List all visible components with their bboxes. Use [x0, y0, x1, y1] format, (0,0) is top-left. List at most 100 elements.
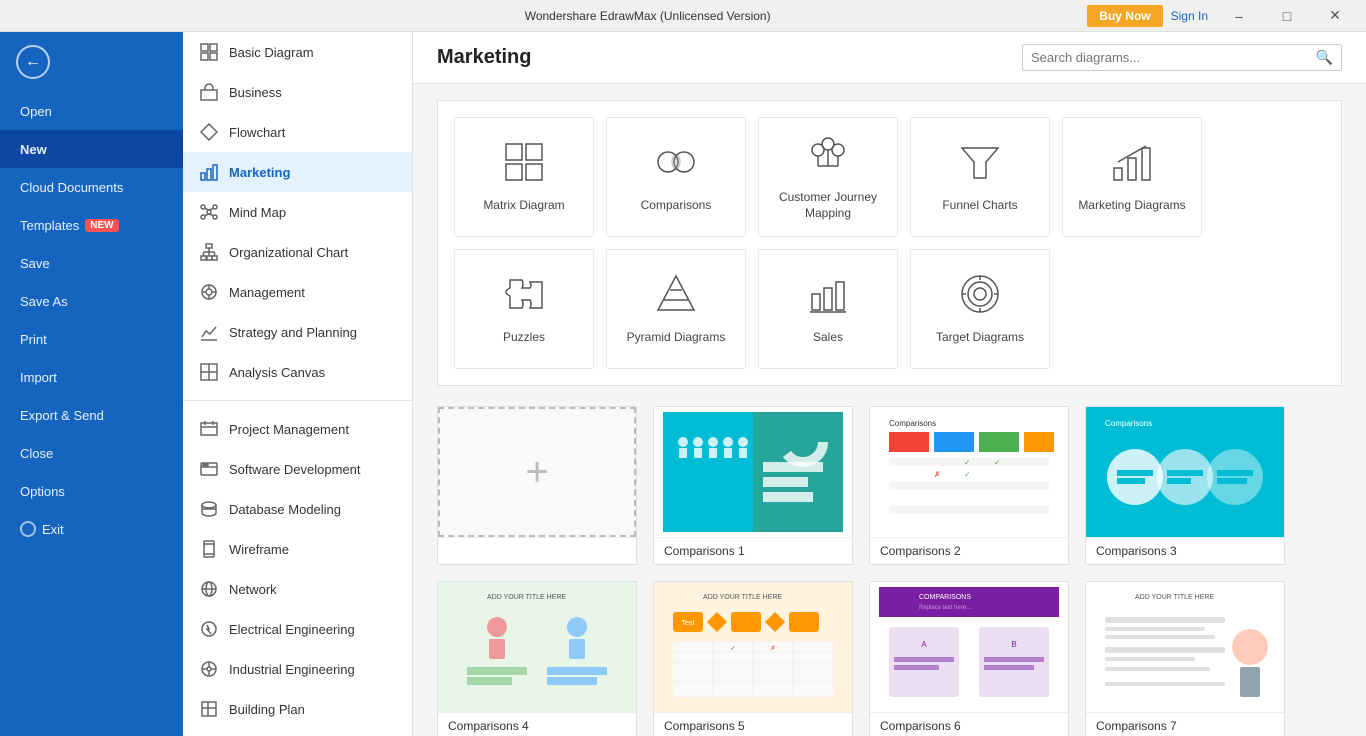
cat-item-electrical[interactable]: Electrical Engineering	[183, 609, 412, 649]
sidebar-item-close[interactable]: Close	[0, 434, 183, 472]
minimize-button[interactable]: –	[1216, 0, 1262, 32]
sidebar-item-save-as[interactable]: Save As	[0, 282, 183, 320]
sales-card-icon	[806, 272, 850, 322]
category-card-matrix[interactable]: Matrix Diagram	[454, 117, 594, 237]
sidebar-item-options[interactable]: Options	[0, 472, 183, 510]
svg-text:✓: ✓	[964, 458, 971, 467]
template-card-comp3[interactable]: Comparisons	[1085, 406, 1285, 565]
sidebar-item-save[interactable]: Save	[0, 244, 183, 282]
project-mgmt-icon	[199, 419, 219, 439]
category-card-sales[interactable]: Sales	[758, 249, 898, 369]
cat-item-mind-map[interactable]: Mind Map	[183, 192, 412, 232]
svg-text:Comparisons: Comparisons	[889, 419, 936, 428]
comp1-thumb	[654, 407, 852, 537]
cat-item-org-chart[interactable]: Organizational Chart	[183, 232, 412, 272]
sidebar-nav: Open New Cloud Documents Templates NEW S…	[0, 92, 183, 548]
sidebar-item-new[interactable]: New	[0, 130, 183, 168]
comparisons-card-icon	[654, 140, 698, 190]
template-card-comp2[interactable]: Comparisons	[869, 406, 1069, 565]
search-icon: 🔍	[1316, 49, 1333, 66]
svg-text:✓: ✓	[964, 470, 971, 479]
template-card-comp7[interactable]: ADD YOUR TITLE HERE	[1085, 581, 1285, 736]
back-button[interactable]: ←	[0, 32, 183, 92]
customer-journey-card-icon	[806, 132, 850, 182]
sidebar-item-import[interactable]: Import	[0, 358, 183, 396]
svg-text:ADD YOUR TITLE HERE: ADD YOUR TITLE HERE	[1135, 594, 1214, 601]
sidebar-item-open[interactable]: Open	[0, 92, 183, 130]
sidebar-item-cloud[interactable]: Cloud Documents	[0, 168, 183, 206]
target-card-icon	[958, 272, 1002, 322]
main-header: Marketing 🔍	[413, 32, 1366, 84]
cat-item-strategy[interactable]: Strategy and Planning	[183, 312, 412, 352]
svg-text:Replace text here...: Replace text here...	[919, 605, 971, 611]
category-card-customer-journey[interactable]: Customer Journey Mapping	[758, 117, 898, 237]
business-icon	[199, 82, 219, 102]
cat-item-wireframe[interactable]: Wireframe	[183, 529, 412, 569]
svg-text:Comparisons: Comparisons	[1105, 419, 1152, 428]
svg-text:Test: Test	[682, 620, 695, 627]
cat-item-analysis[interactable]: Analysis Canvas	[183, 352, 412, 392]
comp7-thumb: ADD YOUR TITLE HERE	[1086, 582, 1284, 712]
target-card-label: Target Diagrams	[936, 330, 1024, 346]
template-card-comp5[interactable]: ADD YOUR TITLE HERE Test	[653, 581, 853, 736]
org-chart-icon	[199, 242, 219, 262]
close-button[interactable]: ✕	[1312, 0, 1358, 32]
category-card-target[interactable]: Target Diagrams	[910, 249, 1050, 369]
search-box[interactable]: 🔍	[1022, 44, 1342, 71]
cat-item-industrial[interactable]: Industrial Engineering	[183, 649, 412, 689]
search-input[interactable]	[1031, 50, 1316, 65]
template-card-comp6[interactable]: COMPARISONS Replace text here... A B	[869, 581, 1069, 736]
comp1-label: Comparisons 1	[654, 537, 852, 564]
cat-item-business[interactable]: Business	[183, 72, 412, 112]
category-card-puzzles[interactable]: Puzzles	[454, 249, 594, 369]
svg-text:✗: ✗	[770, 645, 775, 652]
window-controls: – □ ✕	[1216, 0, 1358, 32]
categories-panel: Basic Diagram Business Flowchart	[183, 32, 413, 736]
template-card-comp1[interactable]: Comparisons 1	[653, 406, 853, 565]
cat-item-flowchart[interactable]: Flowchart	[183, 112, 412, 152]
template-card-new[interactable]: +	[437, 406, 637, 565]
cat-item-basic-diagram[interactable]: Basic Diagram	[183, 32, 412, 72]
cat-item-building[interactable]: Building Plan	[183, 689, 412, 729]
management-icon	[199, 282, 219, 302]
category-card-pyramid[interactable]: Pyramid Diagrams	[606, 249, 746, 369]
cat-item-software-dev[interactable]: Software Development	[183, 449, 412, 489]
comp6-thumb: COMPARISONS Replace text here... A B	[870, 582, 1068, 712]
funnel-card-label: Funnel Charts	[942, 198, 1017, 214]
sign-in-link[interactable]: Sign In	[1171, 9, 1208, 23]
network-icon	[199, 579, 219, 599]
cat-item-marketing[interactable]: Marketing	[183, 152, 412, 192]
new-template-label	[438, 537, 636, 564]
cat-item-database[interactable]: Database Modeling	[183, 489, 412, 529]
marketing-diag-card-label: Marketing Diagrams	[1078, 198, 1185, 214]
page-title: Marketing	[437, 46, 531, 69]
cat-item-project-mgmt[interactable]: Project Management	[183, 409, 412, 449]
titlebar: Wondershare EdrawMax (Unlicensed Version…	[0, 0, 1366, 32]
category-card-funnel[interactable]: Funnel Charts	[910, 117, 1050, 237]
buy-now-button[interactable]: Buy Now	[1087, 5, 1162, 27]
templates-area: Matrix Diagram Comparisons	[413, 84, 1366, 736]
cat-item-network[interactable]: Network	[183, 569, 412, 609]
sidebar-item-exit[interactable]: Exit	[0, 510, 183, 548]
svg-text:ADD YOUR TITLE HERE: ADD YOUR TITLE HERE	[487, 594, 566, 601]
sidebar-item-print[interactable]: Print	[0, 320, 183, 358]
template-card-comp4[interactable]: ADD YOUR TITLE HERE	[437, 581, 637, 736]
titlebar-actions: Buy Now Sign In – □ ✕	[1087, 0, 1358, 32]
back-circle-icon: ←	[16, 45, 50, 79]
category-card-marketing-diag[interactable]: Marketing Diagrams	[1062, 117, 1202, 237]
sidebar-item-export[interactable]: Export & Send	[0, 396, 183, 434]
main-content: Marketing 🔍 Matrix Diagram	[413, 32, 1366, 736]
mind-map-icon	[199, 202, 219, 222]
cat-item-management[interactable]: Management	[183, 272, 412, 312]
maximize-button[interactable]: □	[1264, 0, 1310, 32]
svg-text:A: A	[921, 640, 927, 649]
comp3-thumb: Comparisons	[1086, 407, 1284, 537]
industrial-icon	[199, 659, 219, 679]
analysis-icon	[199, 362, 219, 382]
category-grid: Matrix Diagram Comparisons	[437, 100, 1342, 386]
sidebar-item-templates[interactable]: Templates NEW	[0, 206, 183, 244]
category-card-comparisons[interactable]: Comparisons	[606, 117, 746, 237]
flowchart-icon	[199, 122, 219, 142]
software-dev-icon	[199, 459, 219, 479]
comp4-thumb: ADD YOUR TITLE HERE	[438, 582, 636, 712]
